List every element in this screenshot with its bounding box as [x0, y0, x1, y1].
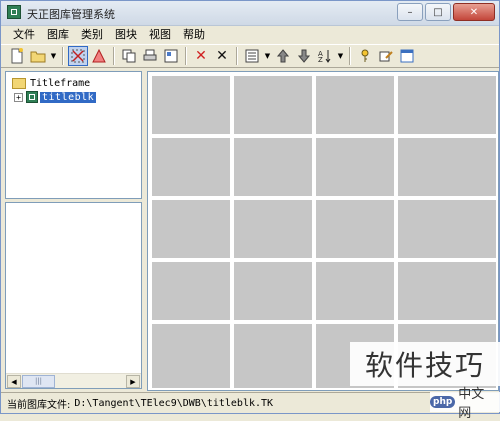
- watermark-overlay: 软件技巧: [350, 342, 500, 386]
- dropdown-icon[interactable]: ▼: [49, 46, 58, 66]
- menu-category[interactable]: 类别: [75, 25, 109, 44]
- svg-text:Z: Z: [318, 56, 323, 63]
- status-label: 当前图库文件:: [7, 399, 71, 411]
- maximize-button[interactable]: □: [425, 3, 451, 21]
- copy-icon[interactable]: [119, 46, 139, 66]
- dropdown-icon[interactable]: ▼: [263, 46, 272, 66]
- delete-red-icon[interactable]: ✕: [191, 46, 211, 66]
- block-thumbnail[interactable]: [398, 262, 496, 320]
- block-thumbnail[interactable]: [316, 138, 394, 196]
- scroll-left-icon[interactable]: ◀: [7, 375, 21, 388]
- minimize-button[interactable]: –: [397, 3, 423, 21]
- expand-icon[interactable]: +: [14, 92, 23, 102]
- folder-icon: [12, 77, 26, 89]
- block-thumbnail[interactable]: [398, 138, 496, 196]
- menu-help[interactable]: 帮助: [177, 25, 211, 44]
- tree-root-label: Titleframe: [30, 77, 91, 89]
- block-thumbnail[interactable]: [316, 200, 394, 258]
- library-tree[interactable]: Titleframe + titleblk: [5, 71, 142, 199]
- toolbar-separator: [62, 47, 64, 65]
- view-list-icon[interactable]: [242, 46, 262, 66]
- menu-view[interactable]: 视图: [143, 25, 177, 44]
- close-button[interactable]: ✕: [453, 3, 495, 21]
- toolbar-separator: [236, 47, 238, 65]
- open-file-icon[interactable]: [28, 46, 48, 66]
- block-thumbnail[interactable]: [152, 76, 230, 134]
- site-watermark-text: 中文网: [458, 387, 485, 421]
- block-thumbnail[interactable]: [398, 76, 496, 134]
- block-thumbnail[interactable]: [152, 138, 230, 196]
- fit-icon[interactable]: [68, 46, 88, 66]
- horizontal-scrollbar[interactable]: ◀ ||| ▶: [6, 373, 141, 388]
- tree-item-titleblk[interactable]: + titleblk: [14, 90, 97, 104]
- print-icon[interactable]: [140, 46, 160, 66]
- block-thumbnail[interactable]: [234, 138, 312, 196]
- category-list[interactable]: ◀ ||| ▶: [5, 202, 142, 389]
- up-icon[interactable]: [273, 46, 293, 66]
- block-thumbnail[interactable]: [234, 262, 312, 320]
- new-file-icon[interactable]: [7, 46, 27, 66]
- window-title: 天正图库管理系统: [27, 8, 115, 21]
- app-logo-icon: [7, 5, 21, 19]
- down-icon[interactable]: [294, 46, 314, 66]
- menu-bar: 文件 图库 类别 图块 视图 帮助: [1, 25, 499, 44]
- edit-icon[interactable]: [376, 46, 396, 66]
- sort-icon[interactable]: AZ: [315, 46, 335, 66]
- scroll-right-icon[interactable]: ▶: [126, 375, 140, 388]
- block-thumbnail[interactable]: [234, 324, 312, 388]
- key-icon[interactable]: [355, 46, 375, 66]
- library-icon: [26, 91, 38, 103]
- window-icon[interactable]: [397, 46, 417, 66]
- block-thumbnail[interactable]: [398, 200, 496, 258]
- block-thumbnail[interactable]: [316, 262, 394, 320]
- delete-black-icon[interactable]: ✕: [212, 46, 232, 66]
- block-thumbnail[interactable]: [234, 200, 312, 258]
- window-controls: – □ ✕: [397, 3, 495, 21]
- block-thumbnail[interactable]: [152, 262, 230, 320]
- tree-root[interactable]: Titleframe: [12, 76, 90, 90]
- toolbar-separator: [349, 47, 351, 65]
- site-watermark: php 中文网: [430, 387, 500, 421]
- scroll-thumb[interactable]: |||: [22, 375, 55, 388]
- menu-file[interactable]: 文件: [7, 25, 41, 44]
- status-bar: 当前图库文件: D:\Tangent\TElec9\DWB\titleblk.T…: [1, 392, 499, 413]
- block-thumbnail[interactable]: [234, 76, 312, 134]
- triangle-icon[interactable]: [89, 46, 109, 66]
- title-bar[interactable]: 天正图库管理系统 – □ ✕: [1, 1, 499, 26]
- tree-item-label: titleblk: [40, 91, 97, 103]
- dropdown-icon[interactable]: ▼: [336, 46, 345, 66]
- block-thumbnail[interactable]: [152, 200, 230, 258]
- menu-block[interactable]: 图块: [109, 25, 143, 44]
- toolbar: ▼ ✕ ✕ ▼ AZ ▼: [1, 44, 499, 68]
- php-logo-icon: php: [430, 396, 456, 408]
- block-thumbnail[interactable]: [152, 324, 230, 388]
- status-path: D:\Tangent\TElec9\DWB\titleblk.TK: [74, 397, 274, 409]
- toolbar-separator: [113, 47, 115, 65]
- layout-icon[interactable]: [161, 46, 181, 66]
- toolbar-separator: [185, 47, 187, 65]
- menu-library[interactable]: 图库: [41, 25, 75, 44]
- block-thumbnail[interactable]: [316, 76, 394, 134]
